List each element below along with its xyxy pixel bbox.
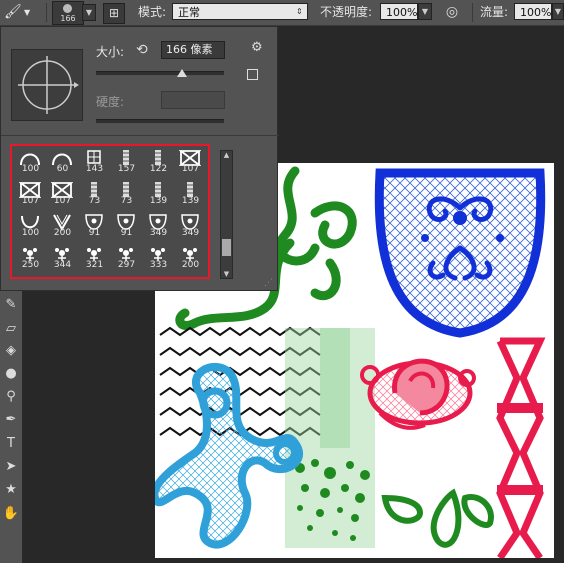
brush-preset-panel: 大小: ⟲ 166 像素 ⚙ 硬度: 100 60 143 157 122 107 107 1… [0,26,279,291]
brush-preset-size: 321 [85,260,104,270]
scroll-thumb[interactable] [222,239,231,256]
brush-preset-size: 91 [88,228,101,238]
pressure-opacity-icon[interactable]: ◎ [441,2,463,23]
brush-preset-size: 73 [120,196,133,206]
opacity-input[interactable]: 100% [380,3,418,20]
brush-preset-21[interactable]: 321 [78,244,111,273]
eraser-icon[interactable]: ▱ [0,320,22,338]
brush-preset-13[interactable]: 100 [14,212,47,241]
path-selection-icon[interactable]: ➤ [0,458,22,476]
history-brush-icon[interactable]: ✎ [0,296,22,314]
brush-preset-size: 107 [53,196,72,206]
brush-preset-size: 344 [53,260,72,270]
brush-preset-size: 333 [149,260,168,270]
paint-bucket-icon[interactable]: ◈ [0,342,22,360]
brush-preset-size: 73 [88,196,101,206]
mode-label: 模式: [138,5,167,19]
brush-preset-3[interactable]: 143 [78,148,111,177]
blur-icon[interactable]: ● [0,365,22,383]
brush-preset-17[interactable]: 349 [142,212,175,241]
brush-preset-14[interactable]: 200 [46,212,79,241]
brush-preset-11[interactable]: 139 [142,180,175,209]
brush-preset-size: 91 [120,228,133,238]
brush-preset-size: 143 [85,164,104,174]
brush-preset-4[interactable]: 157 [110,148,143,177]
divider [1,135,279,136]
brush-tip-icon [63,4,72,13]
brush-preset-size: 349 [181,228,200,238]
brush-preset-20[interactable]: 344 [46,244,79,273]
type-icon[interactable]: T [0,435,22,453]
brush-preset-6[interactable]: 107 [174,148,207,177]
flow-input[interactable]: 100% [514,3,552,20]
tool-preset-dropdown-icon[interactable]: ▼ [24,3,30,22]
brush-size-readout: 166 [60,14,76,23]
brush-preset-size: 297 [117,260,136,270]
pen-icon[interactable]: ✒ [0,411,22,429]
brush-preset-2[interactable]: 60 [46,148,79,177]
brush-preset-9[interactable]: 73 [78,180,111,209]
brush-preset-8[interactable]: 107 [46,180,79,209]
size-slider-thumb[interactable] [177,69,187,77]
brush-tool-icon[interactable]: 🖌 [4,3,22,22]
flow-slider-arrow-icon[interactable]: ▼ [552,3,564,20]
brush-preset-23[interactable]: 333 [142,244,175,273]
brush-preset-7[interactable]: 107 [14,180,47,209]
hand-icon[interactable]: ✋ [0,505,22,523]
brush-preset-18[interactable]: 349 [174,212,207,241]
brush-preset-22[interactable]: 297 [110,244,143,273]
hardness-input[interactable] [161,91,225,109]
divider [46,3,47,22]
brush-preset-12[interactable]: 139 [174,180,207,209]
size-input[interactable]: 166 像素 [161,41,225,59]
dodge-icon[interactable]: ⚲ [0,388,22,406]
brush-preset-1[interactable]: 100 [14,148,47,177]
brush-preset-size: 157 [117,164,136,174]
brush-preset-size: 139 [149,196,168,206]
opacity-slider-arrow-icon[interactable]: ▼ [418,3,432,20]
brush-preset-19[interactable]: 250 [14,244,47,273]
flow-label: 流量: [480,5,509,19]
mode-select[interactable]: 正常 [172,3,308,20]
brush-preset-size: 250 [21,260,40,270]
new-preset-icon[interactable] [247,69,258,80]
brush-preset-size: 100 [21,228,40,238]
gear-icon[interactable]: ⚙ [251,40,263,55]
size-label: 大小: [96,45,125,59]
opacity-label: 不透明度: [320,5,373,19]
brush-preset-size: 107 [181,164,200,174]
preset-scrollbar[interactable]: ▲ ▼ [220,150,233,279]
brush-preset-picker[interactable]: 166 [52,1,84,25]
brush-preset-grid: 100 60 143 157 122 107 107 107 73 73 139 139 100 200 9… [10,144,210,279]
brush-preset-size: 200 [53,228,72,238]
brush-preset-24[interactable]: 200 [174,244,207,273]
brush-panel-toggle-icon[interactable]: ⊞ [103,3,125,24]
brush-angle-preview[interactable] [11,49,83,121]
brush-preset-size: 122 [149,164,168,174]
brush-preset-size: 139 [181,196,200,206]
brush-preset-size: 200 [181,260,200,270]
brush-preset-size: 60 [56,164,69,174]
hardness-label: 硬度: [96,95,125,109]
scroll-up-icon[interactable]: ▲ [221,151,232,159]
reset-size-icon[interactable]: ⟲ [136,42,148,58]
resize-grip-icon[interactable]: ⋰ [264,278,273,288]
mode-select-arrow-icon[interactable]: ⇕ [296,2,303,21]
hardness-slider-track[interactable] [96,119,224,123]
shape-icon[interactable]: ★ [0,481,22,499]
brush-preset-5[interactable]: 122 [142,148,175,177]
scroll-down-icon[interactable]: ▼ [221,270,232,278]
brush-picker-arrow-icon[interactable]: ▼ [82,4,96,21]
brush-preset-size: 100 [21,164,40,174]
options-bar: 🖌 ▼ 166 ▼ ⊞ 模式: 正常 ⇕ 不透明度: 100% ▼ ◎ 流量: … [0,0,564,26]
brush-preset-16[interactable]: 91 [110,212,143,241]
brush-preset-size: 349 [149,228,168,238]
size-slider-track[interactable] [96,71,224,75]
brush-preset-10[interactable]: 73 [110,180,143,209]
brush-preset-size: 107 [21,196,40,206]
brush-preset-15[interactable]: 91 [78,212,111,241]
tools-panel: ✎ ▱ ◈ ● ⚲ ✒ T ➤ ★ ✋ [0,290,23,563]
divider [472,3,473,22]
